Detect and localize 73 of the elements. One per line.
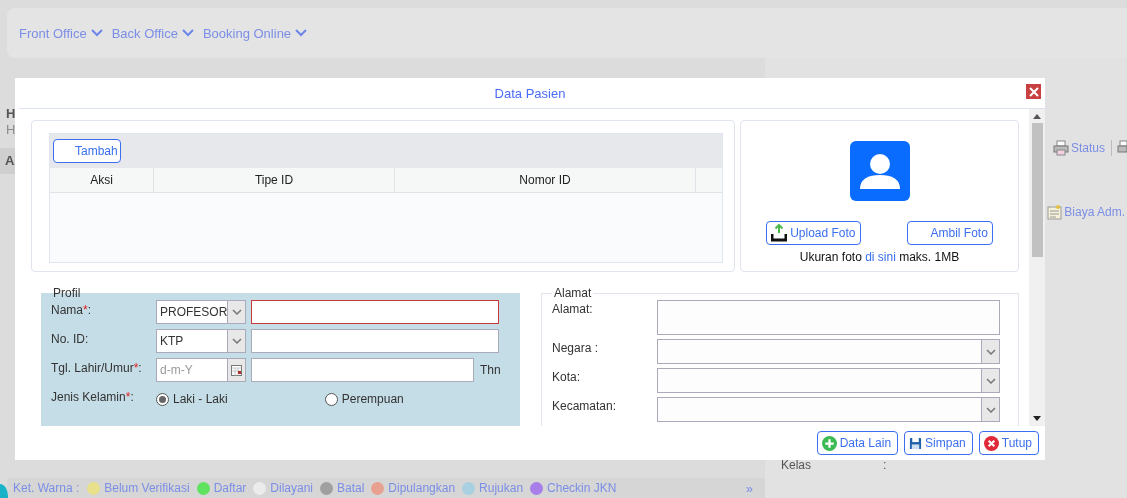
- field-label: Kota:: [552, 369, 582, 384]
- date-field[interactable]: d-m-Y: [156, 358, 246, 382]
- nav-menu[interactable]: Front Office: [19, 25, 103, 41]
- field-label: Alamat:: [552, 301, 594, 316]
- legend-label: Rujukan: [479, 481, 524, 495]
- field-label: No. ID:: [51, 331, 90, 346]
- close-circle-icon: [983, 435, 999, 451]
- nav-menu[interactable]: Booking Online: [202, 25, 308, 41]
- plus-circle-icon: [821, 435, 837, 451]
- field-label: Jenis Kelamin*:: [51, 389, 135, 404]
- text-field[interactable]: [251, 300, 499, 324]
- heading-fragment: H: [6, 106, 17, 122]
- dropdown[interactable]: [657, 397, 1000, 422]
- field-label: Kelas: [781, 458, 813, 472]
- column-header: Tipe ID: [154, 168, 395, 192]
- scrollbar[interactable]: [1029, 109, 1045, 426]
- chevron-down-icon: [295, 29, 308, 37]
- text-field[interactable]: [251, 329, 499, 353]
- document-icon: [1047, 204, 1063, 220]
- status-button[interactable]: Status: [1052, 140, 1105, 156]
- add-button[interactable]: Tambah: [53, 139, 121, 163]
- dropdown[interactable]: PROFESOR: [156, 300, 246, 324]
- field-label: Kecamatan:: [552, 398, 618, 413]
- chevron-down-icon: [985, 348, 996, 355]
- field-value: :: [883, 458, 887, 472]
- field-label: Negara :: [552, 340, 600, 355]
- heading-fragment: H: [6, 122, 17, 138]
- add-data-button[interactable]: Data Lain: [816, 431, 899, 455]
- chevron-down-icon: [90, 29, 103, 37]
- upload-icon: [771, 224, 788, 242]
- close-button[interactable]: Tutup: [978, 431, 1039, 455]
- upload-button[interactable]: Upload Foto: [766, 221, 861, 245]
- legend-label: Checkin JKN: [547, 481, 617, 495]
- legend-label: Dipulangkan: [388, 481, 456, 495]
- chevron-down-icon: [181, 29, 194, 37]
- scroll-up-icon[interactable]: [1033, 114, 1041, 119]
- legend-label: Batal: [337, 481, 365, 495]
- heading-fragment: A: [0, 148, 15, 174]
- radio-option[interactable]: Laki - Laki: [156, 392, 228, 406]
- age-field[interactable]: [251, 358, 474, 382]
- column-header: Nomor ID: [395, 168, 696, 192]
- printer-icon: [1052, 140, 1069, 156]
- camera-button[interactable]: Ambil Foto: [906, 221, 993, 245]
- user-avatar-icon: [849, 141, 910, 201]
- legend-title: Ket. Warna :: [13, 481, 80, 495]
- calendar-icon: [231, 364, 242, 376]
- unit-label: Thn: [480, 363, 501, 377]
- save-button[interactable]: Simpan: [904, 431, 973, 455]
- legend-label: Daftar: [213, 481, 247, 495]
- printer-icon[interactable]: [1111, 140, 1127, 156]
- radio-option[interactable]: Perempuan: [324, 392, 404, 406]
- chevron-down-icon: [985, 377, 996, 384]
- legend-label: Dilayani: [270, 481, 313, 495]
- chevron-down-icon: [231, 309, 242, 315]
- section-title: Alamat: [553, 286, 593, 300]
- address-field[interactable]: [657, 300, 1000, 335]
- legend-label: Belum Verifikasi: [104, 481, 190, 495]
- chevron-down-icon: [231, 338, 242, 344]
- close-button[interactable]: [1026, 84, 1041, 99]
- column-header: Aksi: [50, 168, 154, 192]
- dropdown[interactable]: KTP: [156, 329, 246, 353]
- chevron-down-icon: [985, 406, 996, 413]
- photo-link[interactable]: di sini: [865, 250, 896, 264]
- field-label: Tgl. Lahir/Umur*:: [51, 360, 143, 375]
- dropdown[interactable]: [657, 339, 1000, 364]
- dialog-title: Data Pasien: [494, 85, 566, 101]
- field-label: Nama*:: [51, 302, 93, 317]
- scroll-down-icon[interactable]: [1033, 416, 1041, 421]
- nav-menu[interactable]: Back Office: [111, 25, 194, 41]
- fee-button[interactable]: Biaya Adm.: [1047, 204, 1125, 220]
- photo-size-note: Ukuran foto di sini maks. 1MB: [799, 250, 960, 264]
- section-title: Profil: [52, 286, 82, 300]
- dropdown[interactable]: [657, 368, 1000, 393]
